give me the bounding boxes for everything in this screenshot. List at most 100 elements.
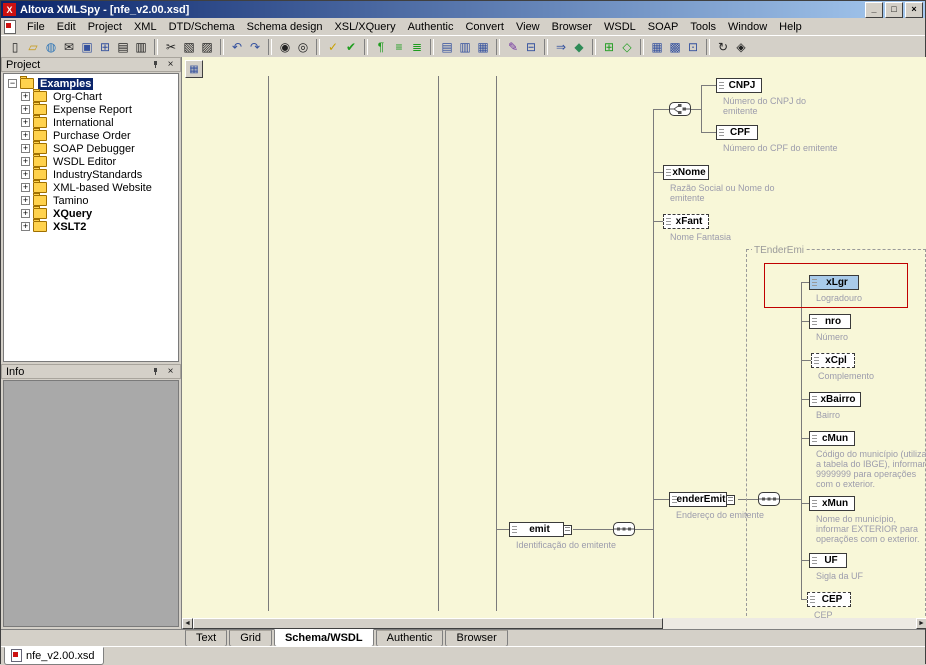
database-query-icon[interactable]: ⊟ [522, 38, 540, 55]
element-cMun[interactable]: cMun [809, 431, 855, 446]
expand-all-icon[interactable]: ▦ [648, 38, 666, 55]
debug-icon[interactable]: ◆ [570, 38, 588, 55]
sequence-compositor-icon[interactable] [613, 522, 635, 536]
menu-window[interactable]: Window [722, 19, 773, 35]
element-UF[interactable]: UF [809, 553, 847, 568]
view-tab-grid[interactable]: Grid [229, 630, 272, 647]
expand-notch-icon[interactable] [726, 495, 735, 505]
expand-icon[interactable]: + [21, 118, 30, 127]
tree-item-examples[interactable]: −Examples [4, 77, 178, 90]
line-numbers-icon[interactable]: ≣ [408, 38, 426, 55]
element-CEP[interactable]: CEP [807, 592, 851, 607]
redo-icon[interactable]: ↷ [246, 38, 264, 55]
view-tab-schema-wsdl[interactable]: Schema/WSDL [274, 629, 374, 647]
xmlspy-logo-icon[interactable]: X [3, 3, 16, 16]
pin-icon[interactable] [150, 59, 161, 70]
open-url-icon[interactable]: ◍ [42, 38, 60, 55]
minimize-button[interactable]: _ [865, 2, 883, 18]
settings-icon[interactable]: ◈ [732, 38, 750, 55]
save-all-icon[interactable]: ⊞ [96, 38, 114, 55]
element-emit[interactable]: emit [509, 522, 564, 537]
undo-icon[interactable]: ↶ [228, 38, 246, 55]
cut-icon[interactable]: ✂ [162, 38, 180, 55]
menu-wsdl[interactable]: WSDL [598, 19, 642, 35]
expand-icon[interactable]: + [21, 131, 30, 140]
choice-compositor-icon[interactable] [669, 102, 691, 116]
collapse-all-icon[interactable]: ▩ [666, 38, 684, 55]
menu-authentic[interactable]: Authentic [402, 19, 460, 35]
document-window-icon[interactable] [4, 20, 16, 34]
pretty-print-icon[interactable]: ¶ [372, 38, 390, 55]
menu-dtd-schema[interactable]: DTD/Schema [163, 19, 241, 35]
validate-icon[interactable]: ✔ [342, 38, 360, 55]
menu-schema-design[interactable]: Schema design [241, 19, 329, 35]
view-tab-authentic[interactable]: Authentic [376, 630, 444, 647]
open-file-icon[interactable]: ▱ [24, 38, 42, 55]
view-tab-browser[interactable]: Browser [445, 630, 507, 647]
expand-icon[interactable]: + [21, 183, 30, 192]
mail-document-icon[interactable]: ✉ [60, 38, 78, 55]
tree-item-expense-report[interactable]: +Expense Report [4, 103, 178, 116]
tree-item-wsdl-editor[interactable]: +WSDL Editor [4, 155, 178, 168]
element-nro[interactable]: nro [809, 314, 851, 329]
tree-item-industrystandards[interactable]: +IndustryStandards [4, 168, 178, 181]
menu-tools[interactable]: Tools [684, 19, 722, 35]
grid-insert-column-icon[interactable]: ▥ [456, 38, 474, 55]
scrollbar-track[interactable] [663, 618, 916, 629]
expand-icon[interactable]: + [21, 196, 30, 205]
close-panel-icon[interactable]: × [165, 366, 176, 377]
maximize-button[interactable]: □ [885, 2, 903, 18]
title-bar[interactable]: X Altova XMLSpy - [nfe_v2.00.xsd] _ □ × [1, 1, 925, 18]
scroll-left-arrow-icon[interactable]: ◄ [182, 618, 193, 629]
tree-item-xquery[interactable]: +XQuery [4, 207, 178, 220]
tree-item-tamino[interactable]: +Tamino [4, 194, 178, 207]
new-file-icon[interactable]: ▯ [6, 38, 24, 55]
view-options-icon[interactable]: ⊡ [684, 38, 702, 55]
replace-icon[interactable]: ◎ [294, 38, 312, 55]
tree-item-purchase-order[interactable]: +Purchase Order [4, 129, 178, 142]
collapse-icon[interactable]: − [8, 79, 17, 88]
print-preview-icon[interactable]: ▥ [132, 38, 150, 55]
tree-item-org-chart[interactable]: +Org-Chart [4, 90, 178, 103]
element-xCpl[interactable]: xCpl [811, 353, 855, 368]
expand-icon[interactable]: + [21, 170, 30, 179]
tree-item-soap-debugger[interactable]: +SOAP Debugger [4, 142, 178, 155]
close-panel-icon[interactable]: × [165, 59, 176, 70]
copy-icon[interactable]: ▧ [180, 38, 198, 55]
indent-icon[interactable]: ≡ [390, 38, 408, 55]
tree-item-xslt2[interactable]: +XSLT2 [4, 220, 178, 233]
expand-notch-icon[interactable] [563, 525, 572, 535]
expand-icon[interactable]: + [21, 92, 30, 101]
expand-icon[interactable]: + [21, 144, 30, 153]
xsl-transform-icon[interactable]: ⇒ [552, 38, 570, 55]
element-enderEmit[interactable]: enderEmit [669, 492, 727, 507]
sequence-compositor-icon[interactable] [758, 492, 780, 506]
find-icon[interactable]: ◉ [276, 38, 294, 55]
expand-icon[interactable]: + [21, 157, 30, 166]
menu-project[interactable]: Project [82, 19, 128, 35]
element-xLgr[interactable]: xLgr [809, 275, 859, 290]
file-tab-nfe-v2-00-xsd[interactable]: nfe_v2.00.xsd [4, 647, 104, 665]
grid-table-view-icon[interactable]: ▦ [474, 38, 492, 55]
show-globals-button[interactable]: ▦ [185, 60, 203, 78]
element-xMun[interactable]: xMun [809, 496, 855, 511]
tree-item-xml-based-website[interactable]: +XML-based Website [4, 181, 178, 194]
menu-xsl-xquery[interactable]: XSL/XQuery [328, 19, 401, 35]
menu-xml[interactable]: XML [128, 19, 163, 35]
check-wellformed-icon[interactable]: ✓ [324, 38, 342, 55]
add-attribute-icon[interactable]: ◇ [618, 38, 636, 55]
menu-browser[interactable]: Browser [546, 19, 598, 35]
refresh-icon[interactable]: ↻ [714, 38, 732, 55]
menu-convert[interactable]: Convert [459, 19, 510, 35]
close-button[interactable]: × [905, 2, 923, 18]
save-icon[interactable]: ▣ [78, 38, 96, 55]
add-element-icon[interactable]: ⊞ [600, 38, 618, 55]
print-icon[interactable]: ▤ [114, 38, 132, 55]
expand-icon[interactable]: + [21, 209, 30, 218]
scrollbar-thumb[interactable] [193, 618, 663, 629]
scroll-right-arrow-icon[interactable]: ► [916, 618, 926, 629]
expand-icon[interactable]: + [21, 105, 30, 114]
element-xNome[interactable]: xNome [663, 165, 709, 180]
element-CNPJ[interactable]: CNPJ [716, 78, 762, 93]
element-xFant[interactable]: xFant [663, 214, 709, 229]
